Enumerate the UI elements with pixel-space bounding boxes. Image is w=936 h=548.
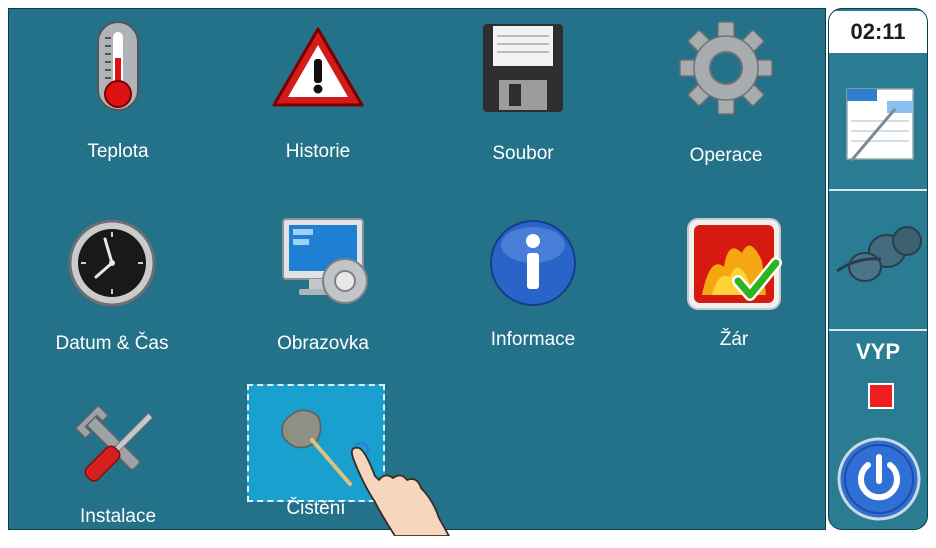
menu-tile-obrazovka[interactable]: Obrazovka — [248, 213, 398, 363]
floppy-disk-icon — [448, 18, 598, 118]
fire-check-icon — [659, 213, 809, 313]
tile-label-informace: Informace — [490, 329, 576, 350]
tile-label-instalace: Instalace — [79, 506, 157, 527]
stop-indicator-icon — [868, 383, 894, 409]
menu-tile-informace[interactable]: Informace — [458, 213, 608, 363]
warning-triangle-icon — [243, 18, 393, 118]
tile-label-teplota: Teplota — [87, 141, 149, 162]
display-settings-icon — [248, 213, 398, 313]
sidebar-separator — [829, 189, 927, 191]
menu-tile-soubor[interactable]: Soubor — [448, 18, 598, 168]
clock-icon — [37, 213, 187, 313]
tile-label-soubor: Soubor — [492, 143, 554, 164]
tile-label-operace: Operace — [689, 145, 763, 166]
clock-display: 02:11 — [829, 11, 927, 53]
sidebar: 02:11 VYP — [828, 8, 928, 530]
thermometer-icon — [43, 18, 193, 118]
info-icon — [458, 213, 608, 313]
sidebar-separator — [829, 329, 927, 331]
power-button[interactable] — [837, 437, 921, 521]
tools-icon — [43, 398, 193, 498]
blower-icon[interactable] — [833, 201, 925, 321]
menu-tile-zar[interactable]: Žár — [659, 213, 809, 363]
menu-tile-operace[interactable]: Operace — [651, 18, 801, 168]
power-icon — [837, 437, 921, 521]
tile-label-historie: Historie — [285, 141, 351, 162]
tile-label-obrazovka: Obrazovka — [277, 333, 369, 354]
menu-tile-teplota[interactable]: Teplota — [43, 18, 193, 168]
menu-tile-instalace[interactable]: Instalace — [43, 398, 193, 548]
clipboard-pen-icon[interactable] — [837, 69, 921, 179]
tile-label-zar: Žár — [719, 329, 749, 350]
pointing-hand-icon — [350, 441, 450, 536]
status-label: VYP — [855, 339, 901, 364]
gear-icon — [651, 18, 801, 118]
tile-label-datum-cas: Datum & Čas — [55, 333, 169, 354]
menu-tile-historie[interactable]: Historie — [243, 18, 393, 168]
menu-tile-datum-cas[interactable]: Datum & Čas — [37, 213, 187, 363]
